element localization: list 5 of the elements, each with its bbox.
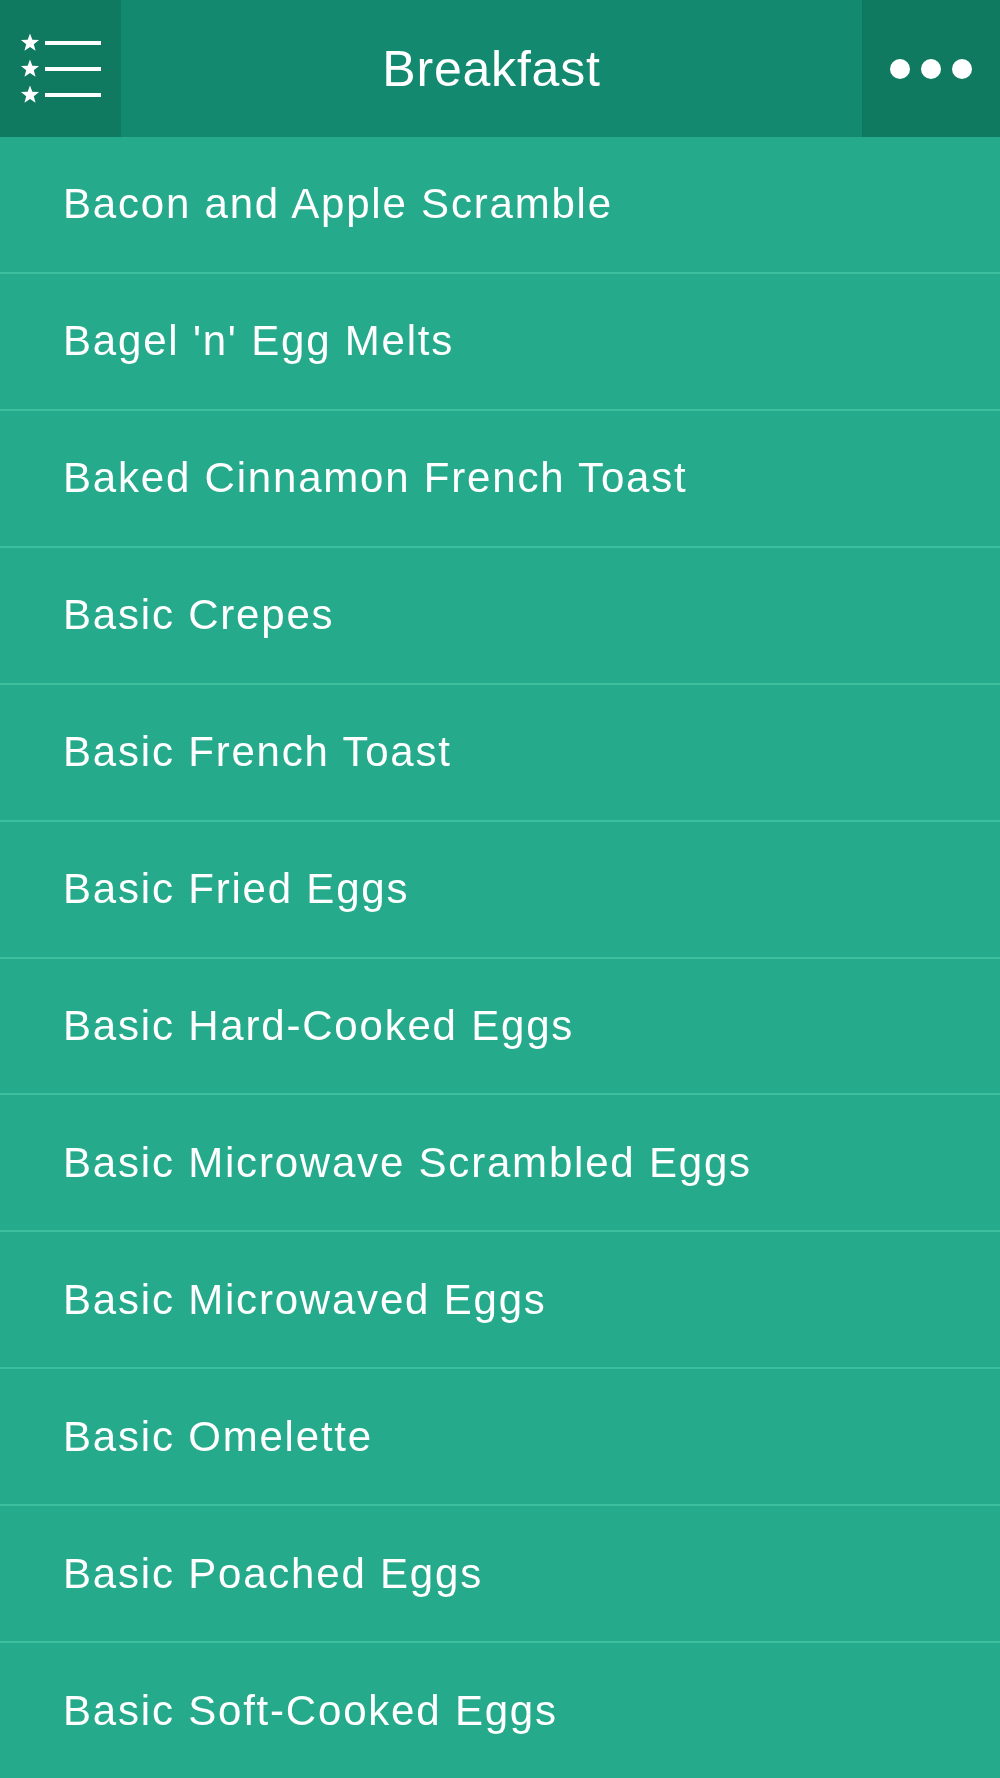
more-dots-icon [890,58,972,79]
star-list-icon [19,32,102,105]
screen-title: Breakfast [382,39,601,98]
more-button[interactable] [862,0,1000,137]
menu-button[interactable] [0,0,121,137]
